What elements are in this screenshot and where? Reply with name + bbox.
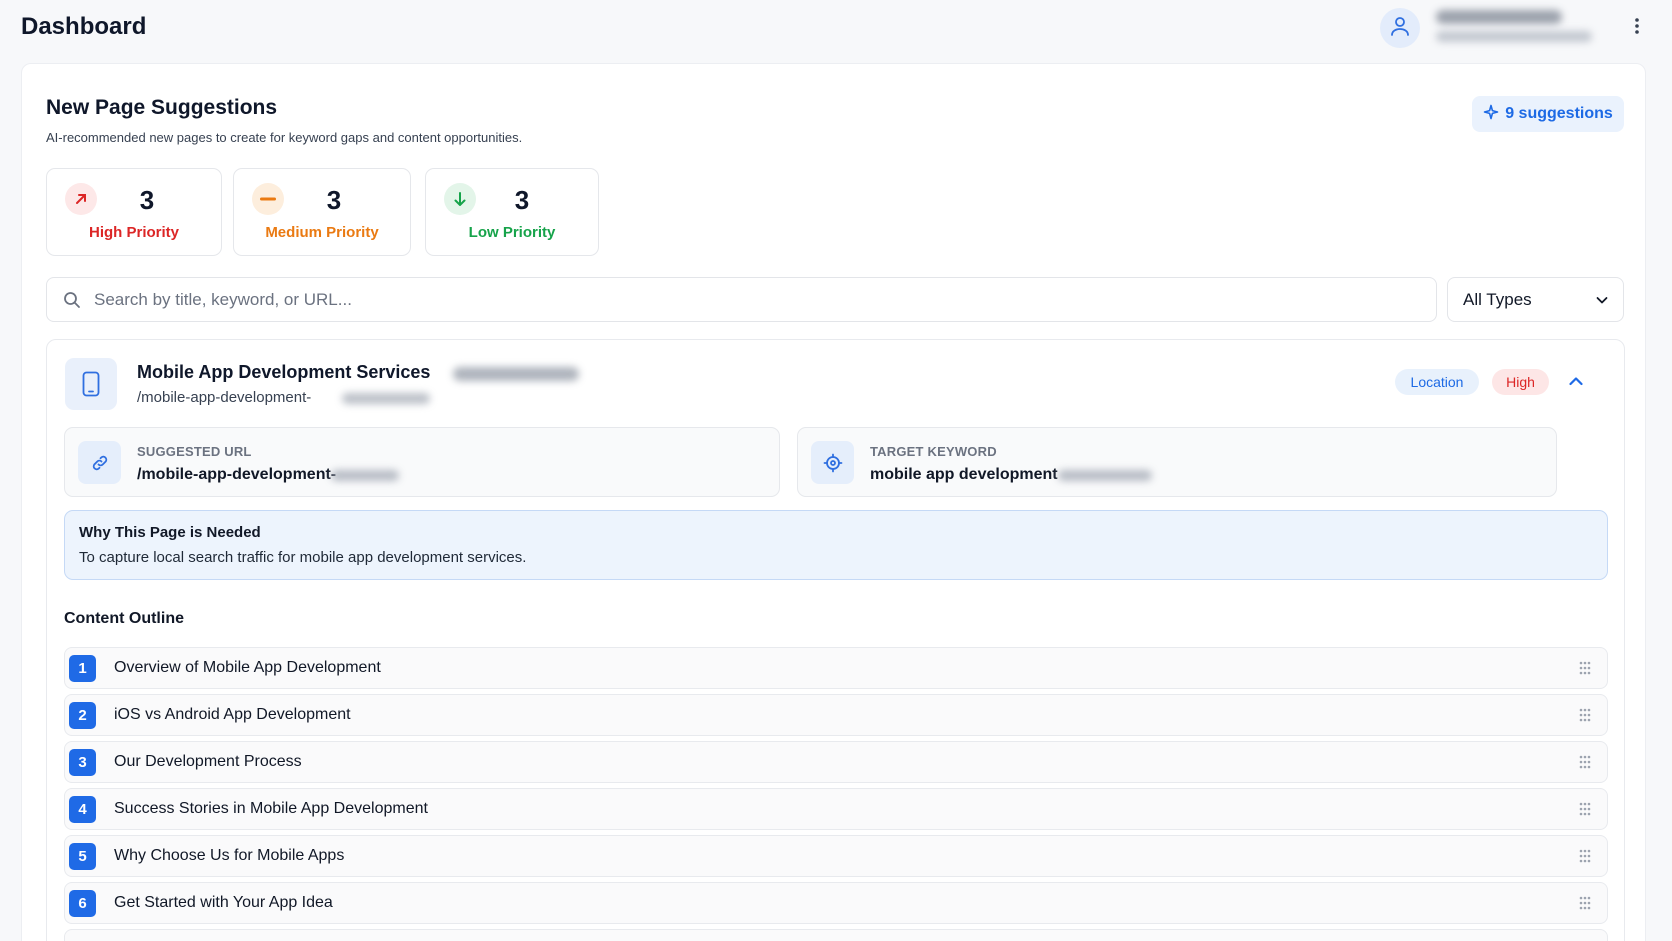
top-bar: Dashboard — [0, 0, 1672, 60]
target-keyword-box: TARGET KEYWORD mobile app development — [797, 427, 1557, 497]
outline-number: 2 — [69, 702, 96, 729]
outline-item[interactable]: 4 Success Stories in Mobile App Developm… — [64, 788, 1608, 830]
search-box — [46, 277, 1437, 322]
outline-text: Get Started with Your App Idea — [114, 894, 333, 911]
type-badge: Location — [1395, 369, 1479, 395]
stat-count: 3 — [139, 185, 155, 215]
section-subtitle: AI-recommended new pages to create for k… — [46, 130, 523, 145]
stat-label: Low Priority — [468, 224, 556, 241]
drag-handle-icon[interactable] — [1579, 661, 1591, 680]
outline-text: iOS vs Android App Development — [114, 706, 351, 723]
more-vertical-icon — [1634, 17, 1640, 40]
redacted-keyword-location — [1058, 470, 1152, 481]
section-title: New Page Suggestions — [46, 96, 278, 119]
user-icon — [1388, 14, 1412, 43]
minus-icon — [252, 183, 284, 215]
user-email-redacted — [1436, 31, 1592, 42]
outline-item[interactable]: 3 Our Development Process — [64, 741, 1608, 783]
drag-handle-icon[interactable] — [1579, 708, 1591, 727]
target-keyword-label: TARGET KEYWORD — [870, 444, 997, 459]
outline-item[interactable]: 2 iOS vs Android App Development — [64, 694, 1608, 736]
suggestion-title: Mobile App Development Services — [137, 362, 431, 382]
stat-label: High Priority — [88, 224, 179, 241]
user-avatar[interactable] — [1380, 8, 1420, 48]
drag-handle-icon[interactable] — [1579, 849, 1591, 868]
search-input[interactable] — [94, 278, 1424, 321]
outline-item[interactable]: 5 Why Choose Us for Mobile Apps — [64, 835, 1608, 877]
content-outline-title: Content Outline — [64, 610, 184, 627]
stat-count: 3 — [326, 185, 342, 215]
collapse-button[interactable] — [1564, 371, 1588, 395]
user-name-redacted — [1436, 10, 1562, 24]
search-icon — [63, 291, 81, 314]
stat-card-medium[interactable]: 3 Medium Priority — [233, 168, 411, 256]
suggested-url-value: /mobile-app-development- — [137, 466, 337, 483]
sparkle-icon — [1483, 104, 1499, 125]
arrow-up-right-icon — [65, 183, 97, 215]
target-keyword-value: mobile app development — [870, 466, 1058, 483]
drag-handle-icon[interactable] — [1579, 896, 1591, 915]
why-needed-box: Why This Page is Needed To capture local… — [64, 510, 1608, 580]
suggested-url-box: SUGGESTED URL /mobile-app-development- — [64, 427, 780, 497]
outline-number: 4 — [69, 796, 96, 823]
stat-count: 3 — [514, 185, 530, 215]
chevron-down-icon — [1595, 293, 1609, 312]
redacted-location — [453, 367, 579, 381]
why-needed-title: Why This Page is Needed — [79, 524, 261, 541]
suggestion-item: Mobile App Development Services /mobile-… — [46, 339, 1625, 941]
suggestion-url: /mobile-app-development- — [137, 389, 312, 406]
chevron-up-icon — [1568, 373, 1584, 394]
outline-number: 3 — [69, 749, 96, 776]
drag-handle-icon[interactable] — [1579, 802, 1591, 821]
outline-number: 5 — [69, 843, 96, 870]
type-filter-select[interactable]: All Types — [1447, 277, 1624, 322]
suggestions-count-badge: 9 suggestions — [1472, 96, 1624, 132]
type-filter-value: All Types — [1463, 290, 1532, 309]
stat-card-low[interactable]: 3 Low Priority — [425, 168, 599, 256]
redacted-url-suffix — [342, 393, 430, 404]
stat-card-high[interactable]: 3 High Priority — [46, 168, 222, 256]
link-icon — [78, 441, 121, 484]
drag-handle-icon[interactable] — [1579, 755, 1591, 774]
redacted-url-suffix — [331, 470, 399, 481]
target-icon — [811, 441, 854, 484]
outline-text: Overview of Mobile App Development — [114, 659, 381, 676]
outline-number: 6 — [69, 890, 96, 917]
priority-badge: High — [1492, 369, 1549, 395]
why-needed-text: To capture local search traffic for mobi… — [79, 549, 527, 566]
page-title: Dashboard — [21, 13, 147, 40]
smartphone-icon — [65, 358, 117, 410]
outline-item[interactable]: 1 Overview of Mobile App Development — [64, 647, 1608, 689]
arrow-down-icon — [444, 183, 476, 215]
suggestions-card: New Page Suggestions AI-recommended new … — [21, 63, 1646, 941]
outline-text: Our Development Process — [114, 753, 302, 770]
outline-number: 1 — [69, 655, 96, 682]
outline-text: Why Choose Us for Mobile Apps — [114, 847, 345, 864]
more-menu-button[interactable] — [1626, 15, 1648, 41]
outline-item-partial[interactable] — [64, 929, 1608, 941]
outline-item[interactable]: 6 Get Started with Your App Idea — [64, 882, 1608, 924]
suggested-url-label: SUGGESTED URL — [137, 444, 252, 459]
suggestions-count-text: 9 suggestions — [1505, 105, 1613, 122]
outline-text: Success Stories in Mobile App Developmen… — [114, 800, 428, 817]
stat-label: Medium Priority — [265, 224, 379, 241]
